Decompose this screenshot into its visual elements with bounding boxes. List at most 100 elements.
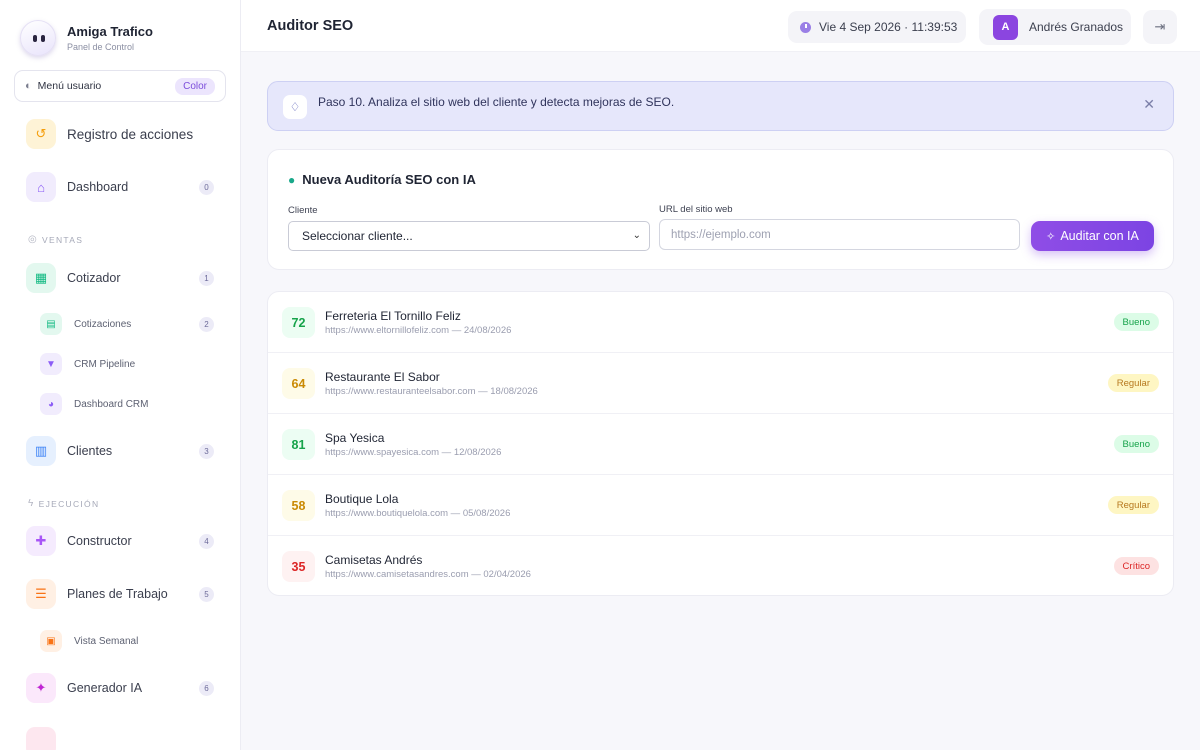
building-icon: ▥ xyxy=(26,436,56,466)
globe-icon: ◎ xyxy=(28,234,39,245)
score-badge: 64 xyxy=(282,368,315,399)
sidebar-subitem-crm-pipeline[interactable]: ▼ CRM Pipeline xyxy=(40,353,214,375)
status-badge: Bueno xyxy=(1113,313,1159,331)
section-label-ventas: ◎ VENTAS xyxy=(28,234,84,245)
sidebar-item-clientes[interactable]: ▥ Clientes 3 xyxy=(26,436,214,466)
sidebar-subitem-label: Vista Semanal xyxy=(74,635,139,647)
sidebar-item-label: Constructor xyxy=(67,534,132,548)
user-profile-chip[interactable]: A Andrés Granados xyxy=(979,9,1131,45)
magic-wand-icon: ✧ xyxy=(1046,230,1056,243)
url-input[interactable] xyxy=(659,219,1020,250)
brand-name: Amiga Trafico xyxy=(67,24,153,39)
lightbulb-icon: ♢ xyxy=(283,95,307,119)
info-alert: ♢ Paso 10. Analiza el sitio web del clie… xyxy=(267,81,1174,131)
client-name: Spa Yesica xyxy=(325,431,385,445)
audit-with-ai-button[interactable]: ✧ Auditar con IA xyxy=(1031,221,1154,251)
table-row[interactable]: 58 Boutique Lola https://www.boutiquelol… xyxy=(268,475,1173,536)
nav-count: 4 xyxy=(199,533,214,549)
puzzle-icon: ✚ xyxy=(26,526,56,556)
alert-text: Paso 10. Analiza el sitio web del client… xyxy=(318,95,675,109)
sidebar-item-generador-ia[interactable]: ✦ Generador IA 6 xyxy=(26,673,214,703)
user-menu-button[interactable]: ◐ Menú usuario Color xyxy=(14,70,226,102)
sidebar-item-planes[interactable]: ☰ Planes de Trabajo 5 xyxy=(26,579,214,609)
audit-meta: https://www.boutiquelola.com — 05/08/202… xyxy=(325,508,511,519)
user-name: Andrés Granados xyxy=(1029,20,1124,34)
page-title: Auditor SEO xyxy=(267,18,354,34)
table-row[interactable]: 81 Spa Yesica https://www.spayesica.com … xyxy=(268,414,1173,475)
score-badge: 72 xyxy=(282,307,315,338)
datetime-display: Vie 4 Sep 2026 · 11:39:53 xyxy=(788,11,966,43)
magic-wand-icon: ✦ xyxy=(26,673,56,703)
nav-count: 2 xyxy=(199,316,214,332)
avatar: A xyxy=(993,14,1018,40)
audit-list: 72 Ferreteria El Tornillo Feliz https://… xyxy=(267,291,1174,596)
logout-button[interactable]: ⇥ xyxy=(1143,10,1177,44)
search-analytics-icon: ● xyxy=(288,172,296,187)
score-badge: 35 xyxy=(282,551,315,582)
client-name: Boutique Lola xyxy=(325,492,399,506)
nav-count: 5 xyxy=(199,586,214,602)
clock-icon xyxy=(800,21,811,33)
lightning-icon: ϟ xyxy=(28,498,35,509)
status-badge: Bueno xyxy=(1113,435,1159,453)
datetime-text: Vie 4 Sep 2026 · 11:39:53 xyxy=(819,20,958,34)
nav-count: 1 xyxy=(199,270,214,286)
nav-count: 6 xyxy=(199,680,214,696)
new-audit-form: ● Nueva Auditoría SEO con IA Cliente Sel… xyxy=(267,149,1174,270)
color-badge[interactable]: Color xyxy=(175,77,215,95)
sidebar-subitem-vista-semanal[interactable]: ▣ Vista Semanal xyxy=(40,630,214,652)
client-select[interactable]: Seleccionar cliente... ⌄ xyxy=(288,221,650,251)
chevron-down-icon: ⌄ xyxy=(632,230,641,241)
sidebar-item-label: Dashboard xyxy=(67,180,129,194)
status-badge: Regular xyxy=(1107,374,1159,392)
form-title: ● Nueva Auditoría SEO con IA xyxy=(288,172,476,187)
logout-icon: ⇥ xyxy=(1154,19,1166,34)
user-menu-label: Menú usuario xyxy=(37,80,102,92)
sidebar-item-dashboard[interactable]: ⌂ Dashboard 0 xyxy=(26,172,214,202)
sidebar-item-constructor[interactable]: ✚ Constructor 4 xyxy=(26,526,214,556)
sidebar-item-label: Registro de acciones xyxy=(67,126,194,142)
client-name: Camisetas Andrés xyxy=(325,553,423,567)
checklist-icon: ☰ xyxy=(26,579,56,609)
sidebar-subitem-dashboard-crm[interactable]: ◕ Dashboard CRM xyxy=(40,393,214,415)
sidebar-item-label: Generador IA xyxy=(67,681,143,695)
home-icon: ⌂ xyxy=(26,172,56,202)
calculator-icon: ▦ xyxy=(26,263,56,293)
sidebar-subitem-label: Dashboard CRM xyxy=(74,398,149,410)
section-label-ejecucion: ϟ EJECUCIÓN xyxy=(28,498,100,509)
sidebar: Amiga Trafico Panel de Control ◐ Menú us… xyxy=(0,0,241,750)
history-icon: ↺ xyxy=(26,119,56,149)
score-badge: 58 xyxy=(282,490,315,521)
client-name: Restaurante El Sabor xyxy=(325,370,440,384)
client-name: Ferreteria El Tornillo Feliz xyxy=(325,309,461,323)
sidebar-item-registro[interactable]: ↺ Registro de acciones xyxy=(26,119,214,149)
sidebar-subitem-label: CRM Pipeline xyxy=(74,358,136,370)
status-badge: Regular xyxy=(1107,496,1159,514)
audit-meta: https://www.restauranteelsabor.com — 18/… xyxy=(325,386,538,397)
pie-chart-icon: ◕ xyxy=(40,393,62,415)
audit-meta: https://www.camisetasandres.com — 02/04/… xyxy=(325,569,531,580)
client-select-value: Seleccionar cliente... xyxy=(302,229,413,243)
item-icon xyxy=(26,727,56,750)
sidebar-item-partial[interactable] xyxy=(26,727,214,750)
sidebar-subitem-cotizaciones[interactable]: ▤ Cotizaciones 2 xyxy=(40,313,214,335)
table-row[interactable]: 35 Camisetas Andrés https://www.camiseta… xyxy=(268,536,1173,595)
audit-meta: https://www.spayesica.com — 12/08/2026 xyxy=(325,447,502,458)
score-badge: 81 xyxy=(282,429,315,460)
table-row[interactable]: 72 Ferreteria El Tornillo Feliz https://… xyxy=(268,292,1173,353)
client-label: Cliente xyxy=(288,205,318,216)
url-label: URL del sitio web xyxy=(659,204,733,215)
sidebar-item-cotizador[interactable]: ▦ Cotizador 1 xyxy=(26,263,214,293)
brand[interactable]: Amiga Trafico Panel de Control xyxy=(20,20,153,56)
brand-subtitle: Panel de Control xyxy=(67,42,135,52)
close-icon[interactable]: ✕ xyxy=(1143,96,1155,113)
nav-count: 3 xyxy=(199,443,214,459)
sidebar-item-label: Clientes xyxy=(67,444,113,458)
document-icon: ▤ xyxy=(40,313,62,335)
status-badge: Crítico xyxy=(1113,557,1159,575)
table-row[interactable]: 64 Restaurante El Sabor https://www.rest… xyxy=(268,353,1173,414)
calendar-icon: ▣ xyxy=(40,630,62,652)
topbar: Auditor SEO Vie 4 Sep 2026 · 11:39:53 A … xyxy=(241,0,1200,52)
filter-icon: ▼ xyxy=(40,353,62,375)
palette-icon: ◐ xyxy=(25,80,32,92)
